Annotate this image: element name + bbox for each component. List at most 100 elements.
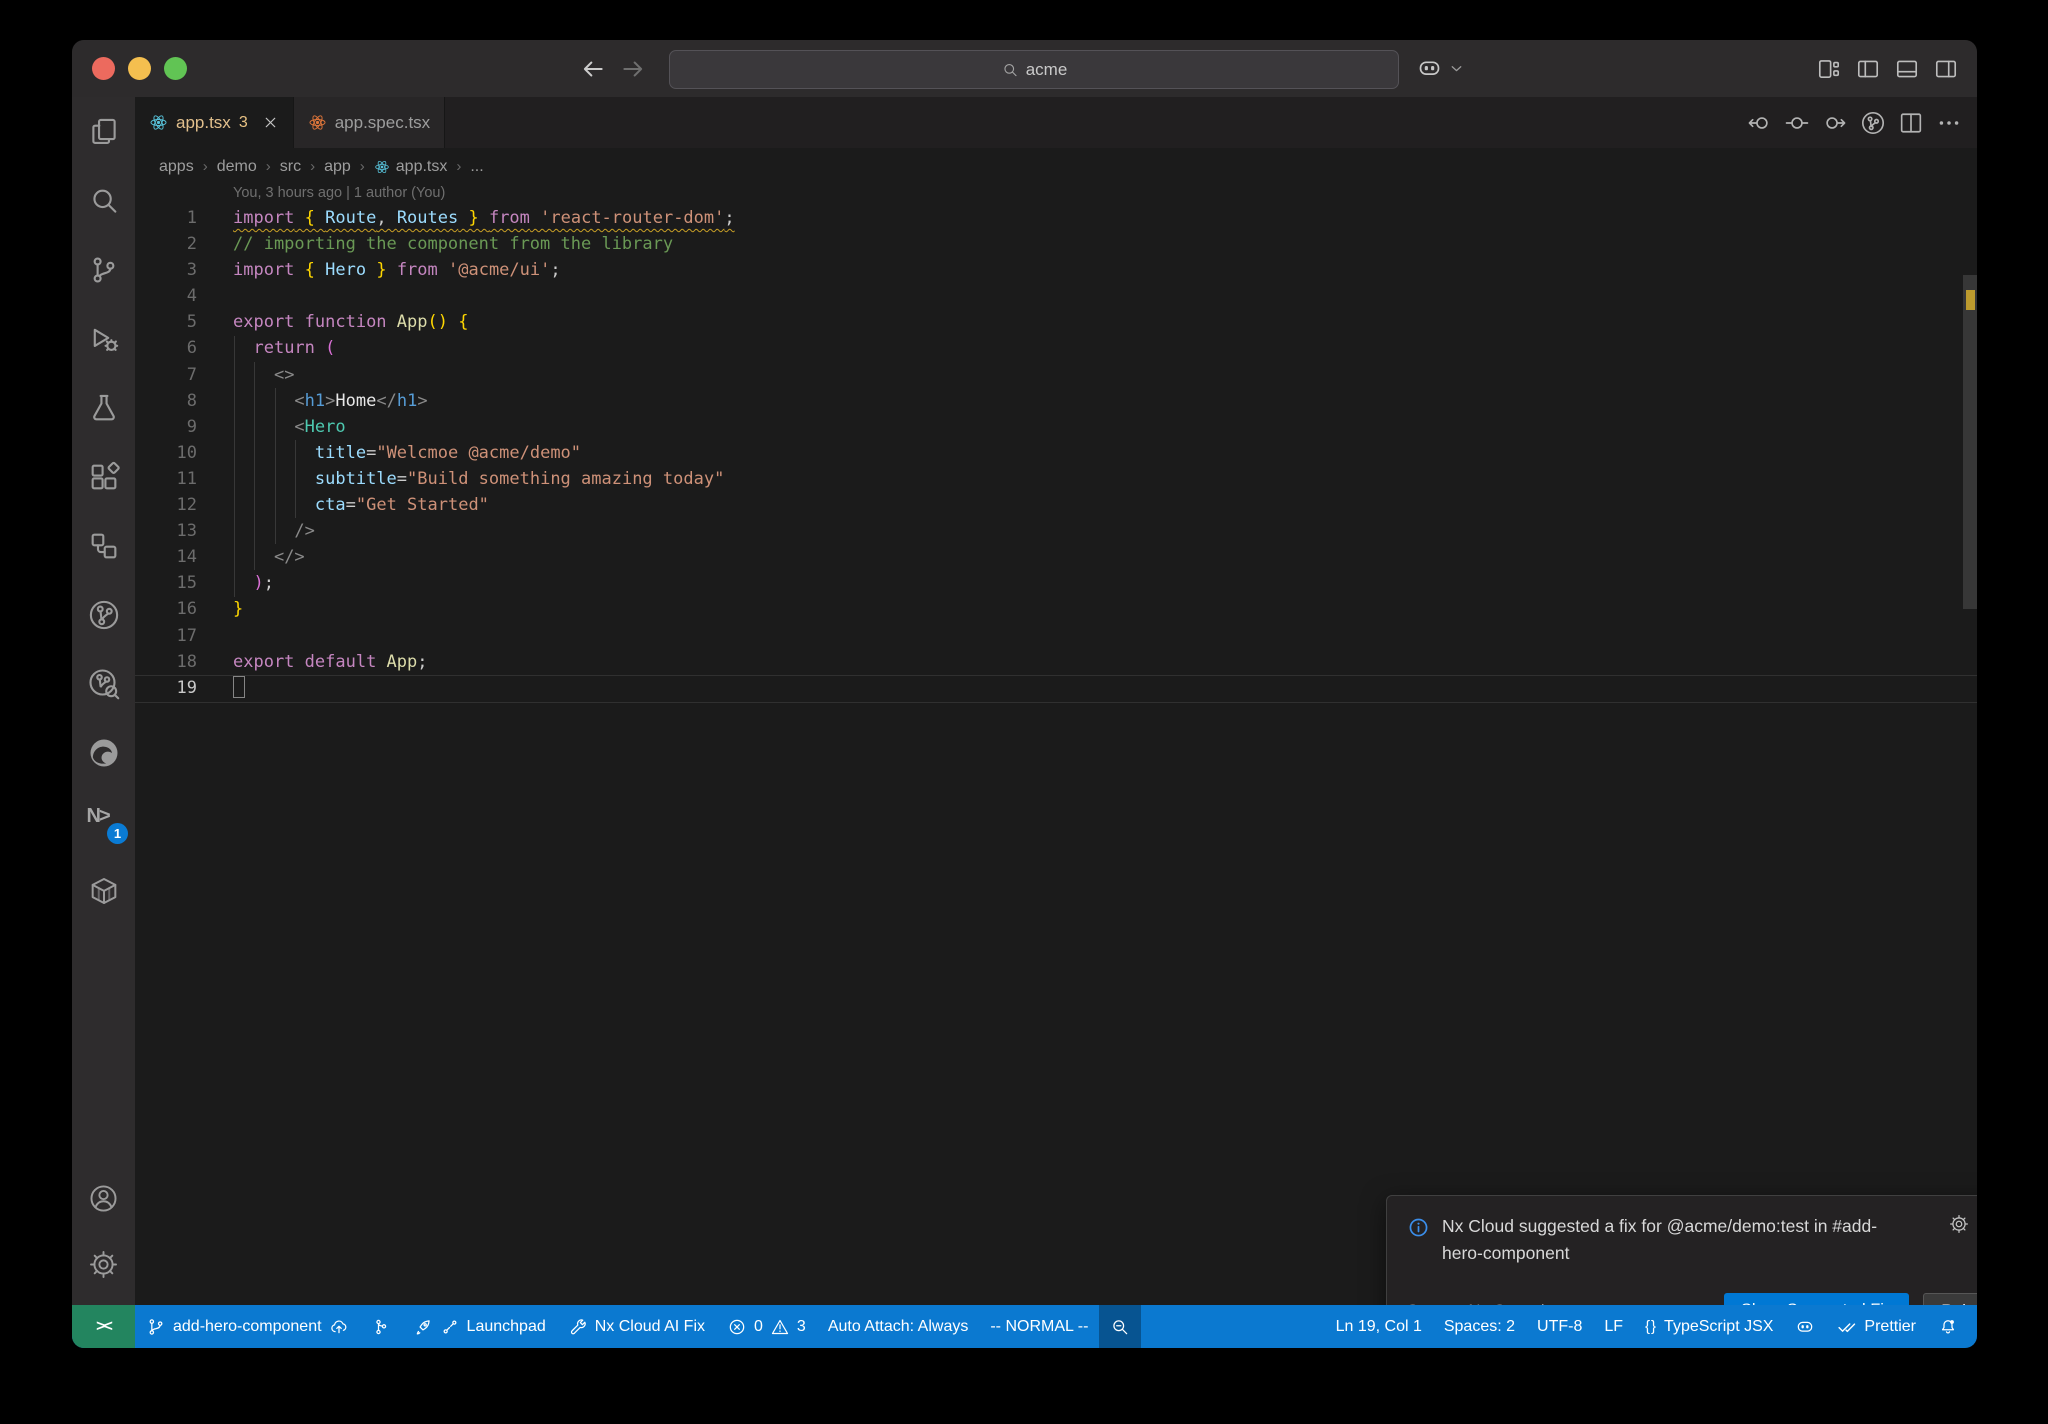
gitlens-inspect-icon <box>86 666 122 702</box>
activity-bar-item-search[interactable] <box>72 166 135 235</box>
remote-indicator[interactable]: >< <box>72 1305 135 1348</box>
gl-back-icon[interactable] <box>1745 109 1773 137</box>
notifications-bell-item[interactable] <box>1927 1305 1969 1348</box>
activity-bar-item-beaker[interactable] <box>72 373 135 442</box>
cursor-position-item[interactable]: Ln 19, Col 1 <box>1325 1305 1433 1348</box>
line-number: 18 <box>176 651 197 672</box>
code-line-10: 10 title="Welcmoe @acme/demo" <box>135 440 1977 466</box>
zoom-out-icon <box>1110 1317 1130 1337</box>
gl-forward-icon[interactable] <box>1821 109 1849 137</box>
maximize-window-button[interactable] <box>164 57 187 80</box>
search-icon <box>87 184 121 218</box>
activity-bar-item-gitlens-inspect[interactable] <box>72 649 135 718</box>
code-line-13: 13 /> <box>135 518 1977 544</box>
layout-panel-icon[interactable] <box>1894 56 1920 82</box>
extensions-icon <box>87 460 121 494</box>
activity-bar-item-nx[interactable]: N> 1 <box>72 787 135 856</box>
code-line-1: 1 import { Route, Routes } from 'react-ro… <box>135 205 1977 231</box>
problems-item[interactable]: 03 <box>716 1305 817 1348</box>
react-file-icon <box>308 113 327 132</box>
editor-actions <box>1745 97 1963 148</box>
language-mode-item[interactable]: {} TypeScript JSX <box>1634 1305 1784 1348</box>
command-center-search[interactable]: acme <box>669 50 1399 89</box>
back-button[interactable] <box>580 56 606 82</box>
minimize-window-button[interactable] <box>128 57 151 80</box>
more-icon[interactable] <box>1935 109 1963 137</box>
activity-bar-item-container[interactable] <box>72 856 135 925</box>
status-text: add-hero-component <box>173 1317 322 1335</box>
line-number: 2 <box>186 234 197 255</box>
activity-bar-item-flow[interactable] <box>72 511 135 580</box>
account-icon <box>87 1182 120 1215</box>
nx-notification-badge: 1 <box>107 823 128 844</box>
line-number: 3 <box>186 260 197 281</box>
title-bar: acme <box>72 40 1977 97</box>
close-window-button[interactable] <box>92 57 115 80</box>
code-editor[interactable]: You, 3 hours ago | 1 author (You) 1 impor… <box>135 185 1977 1305</box>
search-value: acme <box>1025 59 1068 79</box>
launchpad-item[interactable]: Launchpad <box>402 1305 557 1348</box>
notification-message: Nx Cloud suggested a fix for @acme/demo:… <box>1442 1216 1878 1263</box>
activity-bar-item-source-control[interactable] <box>72 235 135 304</box>
code-line-3: 3 import { Hero } from '@acme/ui'; <box>135 257 1977 283</box>
activity-bar-item-account[interactable] <box>72 1165 135 1231</box>
line-number: 19 <box>176 677 197 698</box>
breadcrumb-item-...[interactable]: ... <box>470 158 483 176</box>
indentation-item[interactable]: Spaces: 2 <box>1433 1305 1526 1348</box>
forward-button[interactable] <box>620 56 646 82</box>
breadcrumb-item-src[interactable]: src <box>280 158 301 176</box>
braces-icon: {} <box>1645 1318 1658 1335</box>
activity-bar-item-gear[interactable] <box>72 1231 135 1297</box>
line-number: 10 <box>176 442 197 463</box>
code-line-8: 8 <h1>Home</h1> <box>135 388 1977 414</box>
zoom-indicator-item[interactable] <box>1099 1305 1142 1348</box>
tab-app.spec.tsx[interactable]: app.spec.tsx <box>293 97 446 148</box>
info-icon <box>1407 1216 1430 1239</box>
line-number: 16 <box>176 599 197 620</box>
copilot-status-item[interactable] <box>1784 1305 1826 1348</box>
breadcrumb-item-apps[interactable]: apps <box>159 158 194 176</box>
git-branch-item[interactable]: add-hero-component <box>135 1305 360 1348</box>
git-branch-icon <box>146 1317 166 1337</box>
activity-bar-bottom <box>72 1165 135 1297</box>
vim-mode-item[interactable]: -- NORMAL -- <box>979 1305 1099 1348</box>
status-text: Launchpad <box>466 1317 546 1335</box>
activity-bar-item-extensions[interactable] <box>72 442 135 511</box>
copilot-icon <box>1416 55 1443 82</box>
split-editor-icon[interactable] <box>1897 109 1925 137</box>
eol-item[interactable]: LF <box>1593 1305 1634 1348</box>
activity-bar-item-edge[interactable] <box>72 718 135 787</box>
gl-graph-icon[interactable] <box>1859 109 1887 137</box>
tab-app.tsx[interactable]: app.tsx 3 <box>135 97 294 148</box>
breadcrumb-item-app.tsx[interactable]: app.tsx <box>374 158 447 176</box>
breadcrumb-item-demo[interactable]: demo <box>217 158 257 176</box>
encoding-item[interactable]: UTF-8 <box>1526 1305 1593 1348</box>
auto-attach-item[interactable]: Auto Attach: Always <box>817 1305 980 1348</box>
breadcrumb: apps › demo › src › app › app.tsx ›... <box>135 148 1977 185</box>
cloud-upload-icon <box>329 1317 349 1337</box>
line-number: 9 <box>186 416 197 437</box>
copilot-menu[interactable] <box>1416 40 1465 97</box>
commit-graph-item[interactable] <box>360 1305 402 1348</box>
layout-sidebar-left-icon[interactable] <box>1855 56 1881 82</box>
activity-bar-item-gitlens[interactable] <box>72 580 135 649</box>
activity-bar-item-files[interactable] <box>72 97 135 166</box>
layout-sidebar-right-icon[interactable] <box>1933 56 1959 82</box>
notification-settings-gear-icon[interactable] <box>1948 1213 1970 1235</box>
code-line-9: 9 <Hero <box>135 414 1977 440</box>
line-number: 17 <box>176 625 197 646</box>
line-number: 5 <box>186 312 197 333</box>
breadcrumb-item-app[interactable]: app <box>324 158 351 176</box>
editor-scrollbar[interactable] <box>1963 275 1977 609</box>
breadcrumb-separator: › <box>456 158 462 175</box>
nx-cloud-ai-fix-item[interactable]: Nx Cloud AI Fix <box>557 1305 716 1348</box>
status-text: Ln 19, Col 1 <box>1335 1317 1422 1335</box>
editor-group: app.tsx 3 app.spec.tsx apps › demo › src › app › a… <box>135 97 1977 1345</box>
formatter-item[interactable]: Prettier <box>1826 1305 1927 1348</box>
rocket-icon <box>413 1317 433 1337</box>
activity-bar-item-debug[interactable] <box>72 304 135 373</box>
tab-close-icon[interactable] <box>262 114 279 131</box>
gl-circle-icon[interactable] <box>1783 109 1811 137</box>
status-text: 0 <box>754 1317 763 1335</box>
layout-customize-icon[interactable] <box>1816 56 1842 82</box>
